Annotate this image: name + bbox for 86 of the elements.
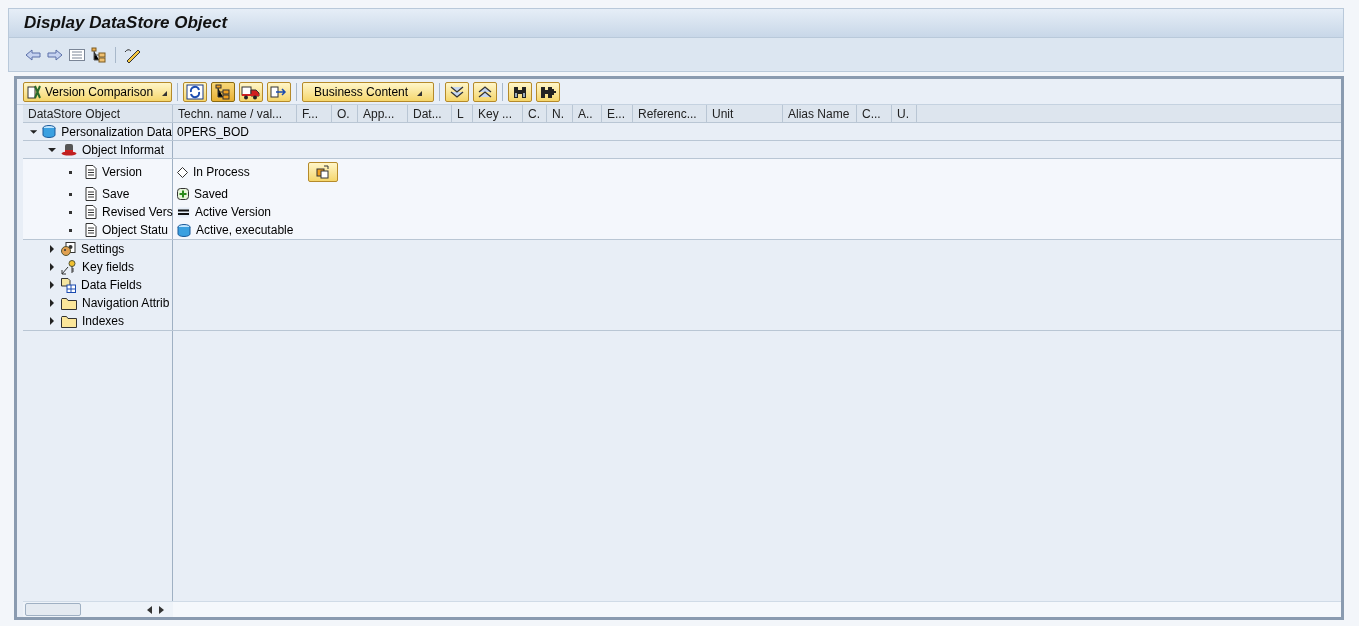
expand-icon[interactable] [48,317,56,325]
binoculars-plus-button[interactable] [536,81,561,102]
diamond-icon [177,166,188,178]
column-header[interactable]: Dat... [408,105,452,122]
column-header[interactable]: A.. [573,105,602,122]
scroll-right-icon[interactable] [159,605,165,614]
document-icon [85,165,97,179]
table-document-icon [61,277,76,293]
value-text: Active, executable [196,222,295,239]
tree-item[interactable]: Navigation Attrib [82,294,170,312]
column-header[interactable]: F... [297,105,332,122]
dropdown-caret-icon [417,91,423,96]
column-header[interactable]: C. [523,105,547,122]
column-header[interactable]: Key ... [473,105,523,122]
hierarchy-icon [215,83,232,100]
folder-icon [61,296,77,310]
refresh-icon [186,83,205,100]
refresh-button[interactable] [183,81,208,102]
scrollbar-thumb[interactable] [25,603,81,616]
tree-item[interactable]: Save [102,185,130,203]
hierarchy-button[interactable] [211,81,236,102]
pencil-icon[interactable] [124,46,142,63]
column-header[interactable]: N. [547,105,573,122]
menu-button[interactable]: Business Content [302,81,435,102]
equals-icon [177,206,190,218]
expand-all-icon [449,84,466,99]
value-text: Saved [194,186,230,203]
column-header[interactable]: L [452,105,473,122]
tree-item[interactable]: Revised Vers [102,203,173,221]
tree-item[interactable]: Indexes [82,312,125,330]
tree-item[interactable]: Object Informat [82,140,165,159]
export-icon [270,83,289,100]
tree-item[interactable]: Data Fields [81,276,142,294]
column-header[interactable]: Alias Name [783,105,857,122]
tree-item[interactable]: Object Statu [102,221,169,239]
expand-icon[interactable] [48,263,56,271]
bullet-icon [69,210,72,214]
bullet-icon [69,170,72,174]
bullet-icon [69,192,72,196]
key-icon [61,259,77,275]
folder-icon [61,314,77,328]
value-text: Active Version [195,204,273,221]
expand-icon[interactable] [48,299,56,307]
collapse-all-button[interactable] [473,81,498,102]
tree-item[interactable]: Settings [81,240,125,258]
collapse-icon[interactable] [48,145,56,154]
back-arrow-icon[interactable] [25,48,41,61]
database-icon [42,125,57,138]
window-title: Display DataStore Object [24,12,228,35]
scroll-left-icon[interactable] [147,605,153,614]
value-text: In Process [193,164,251,181]
database-icon [177,223,191,237]
forward-arrow-icon[interactable] [47,48,63,61]
binoculars-button[interactable] [508,81,533,102]
expand-icon[interactable] [48,245,56,253]
truck-button[interactable] [239,81,264,102]
column-header[interactable]: Unit [707,105,783,122]
column-header[interactable]: Referenc... [633,105,707,122]
copy-icon [316,165,330,179]
expand-icon[interactable] [48,281,56,289]
hierarchy-icon[interactable] [91,46,107,63]
column-header[interactable]: E... [602,105,633,122]
truck-icon [241,83,262,100]
column-header[interactable]: App... [358,105,408,122]
expand-all-button[interactable] [445,81,470,102]
collapse-icon[interactable] [30,127,38,136]
export-button[interactable] [267,81,292,102]
tree-item[interactable]: Personalization Data [61,122,172,141]
compare-icon [26,83,42,100]
bullet-icon [69,228,72,232]
column-header[interactable]: O. [332,105,358,122]
tree-item[interactable]: Key fields [82,258,135,276]
hat-icon [61,143,77,156]
collapse-all-icon [477,84,494,99]
menu-button[interactable]: Version Comparison [23,81,173,102]
dropdown-caret-icon [162,91,168,96]
column-header[interactable]: C... [857,105,892,122]
column-header[interactable]: Techn. name / val... [173,105,297,122]
column-header[interactable]: U. [892,105,917,122]
column-header[interactable]: DataStore Object [23,105,173,122]
copy-button[interactable] [308,162,338,182]
tree-item[interactable]: Version [102,163,143,181]
plus-icon [177,188,189,200]
settings-icon [61,241,76,257]
list-icon[interactable] [69,48,85,61]
value-text: 0PERS_BOD [177,123,251,141]
